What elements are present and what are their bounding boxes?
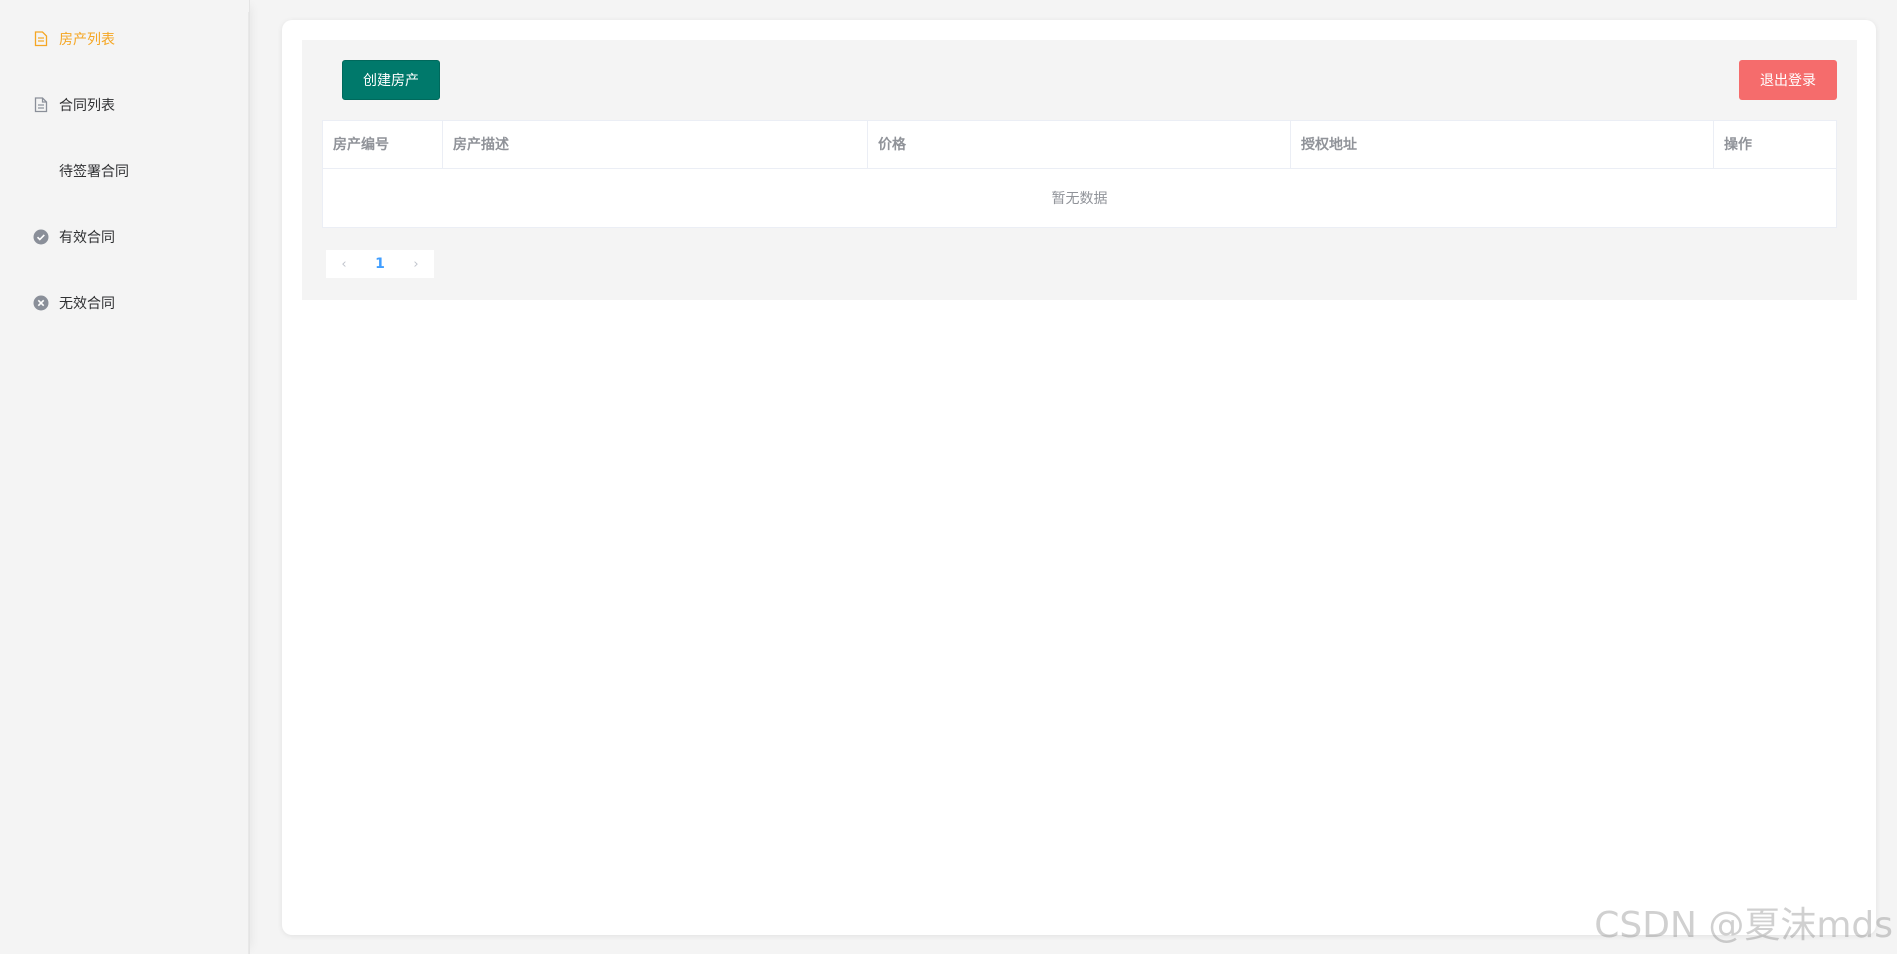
prev-page-button[interactable]: ‹ xyxy=(326,250,362,278)
create-property-button[interactable]: 创建房产 xyxy=(342,60,440,100)
sidebar-item-label: 待签署合同 xyxy=(59,164,129,180)
column-header: 价格 xyxy=(868,121,1291,169)
table-header: 房产编号 房产描述 价格 授权地址 操作 xyxy=(323,121,1836,169)
sidebar-item-label: 房产列表 xyxy=(59,32,115,48)
document-icon xyxy=(33,31,49,47)
check-circle-icon xyxy=(33,229,49,245)
sidebar-item-label: 有效合同 xyxy=(59,230,115,246)
column-header: 授权地址 xyxy=(1291,121,1714,169)
close-circle-icon xyxy=(33,295,49,311)
sidebar-item-label: 无效合同 xyxy=(59,296,115,312)
logout-button[interactable]: 退出登录 xyxy=(1739,60,1837,100)
document-icon xyxy=(33,97,49,113)
property-table: 房产编号 房产描述 价格 授权地址 操作 暂无数据 xyxy=(322,120,1837,228)
pagination: ‹ 1 › xyxy=(326,250,434,278)
sidebar-item-label: 合同列表 xyxy=(59,98,115,114)
column-header: 房产描述 xyxy=(443,121,868,169)
sidebar-divider xyxy=(248,12,249,954)
content-panel: 创建房产 退出登录 房产编号 房产描述 价格 授权地址 操作 暂无数据 ‹ 1 … xyxy=(302,40,1857,300)
column-header: 房产编号 xyxy=(323,121,443,169)
main-card: 创建房产 退出登录 房产编号 房产描述 价格 授权地址 操作 暂无数据 ‹ 1 … xyxy=(282,20,1876,935)
sidebar-item-contract-list[interactable]: 合同列表 xyxy=(33,93,115,117)
page-number[interactable]: 1 xyxy=(362,250,398,278)
watermark: CSDN @夏沫mds xyxy=(1594,905,1893,946)
sidebar: 房产列表 合同列表 待签署合同 有效合同 无效合同 xyxy=(0,0,250,954)
next-page-button[interactable]: › xyxy=(398,250,434,278)
sidebar-item-valid-contracts[interactable]: 有效合同 xyxy=(33,225,115,249)
empty-table-text: 暂无数据 xyxy=(1051,191,1108,207)
column-header: 操作 xyxy=(1724,137,1752,153)
sidebar-item-property-list[interactable]: 房产列表 xyxy=(33,27,115,51)
sidebar-item-pending-contracts[interactable]: 待签署合同 xyxy=(59,159,129,183)
sidebar-item-invalid-contracts[interactable]: 无效合同 xyxy=(33,291,115,315)
